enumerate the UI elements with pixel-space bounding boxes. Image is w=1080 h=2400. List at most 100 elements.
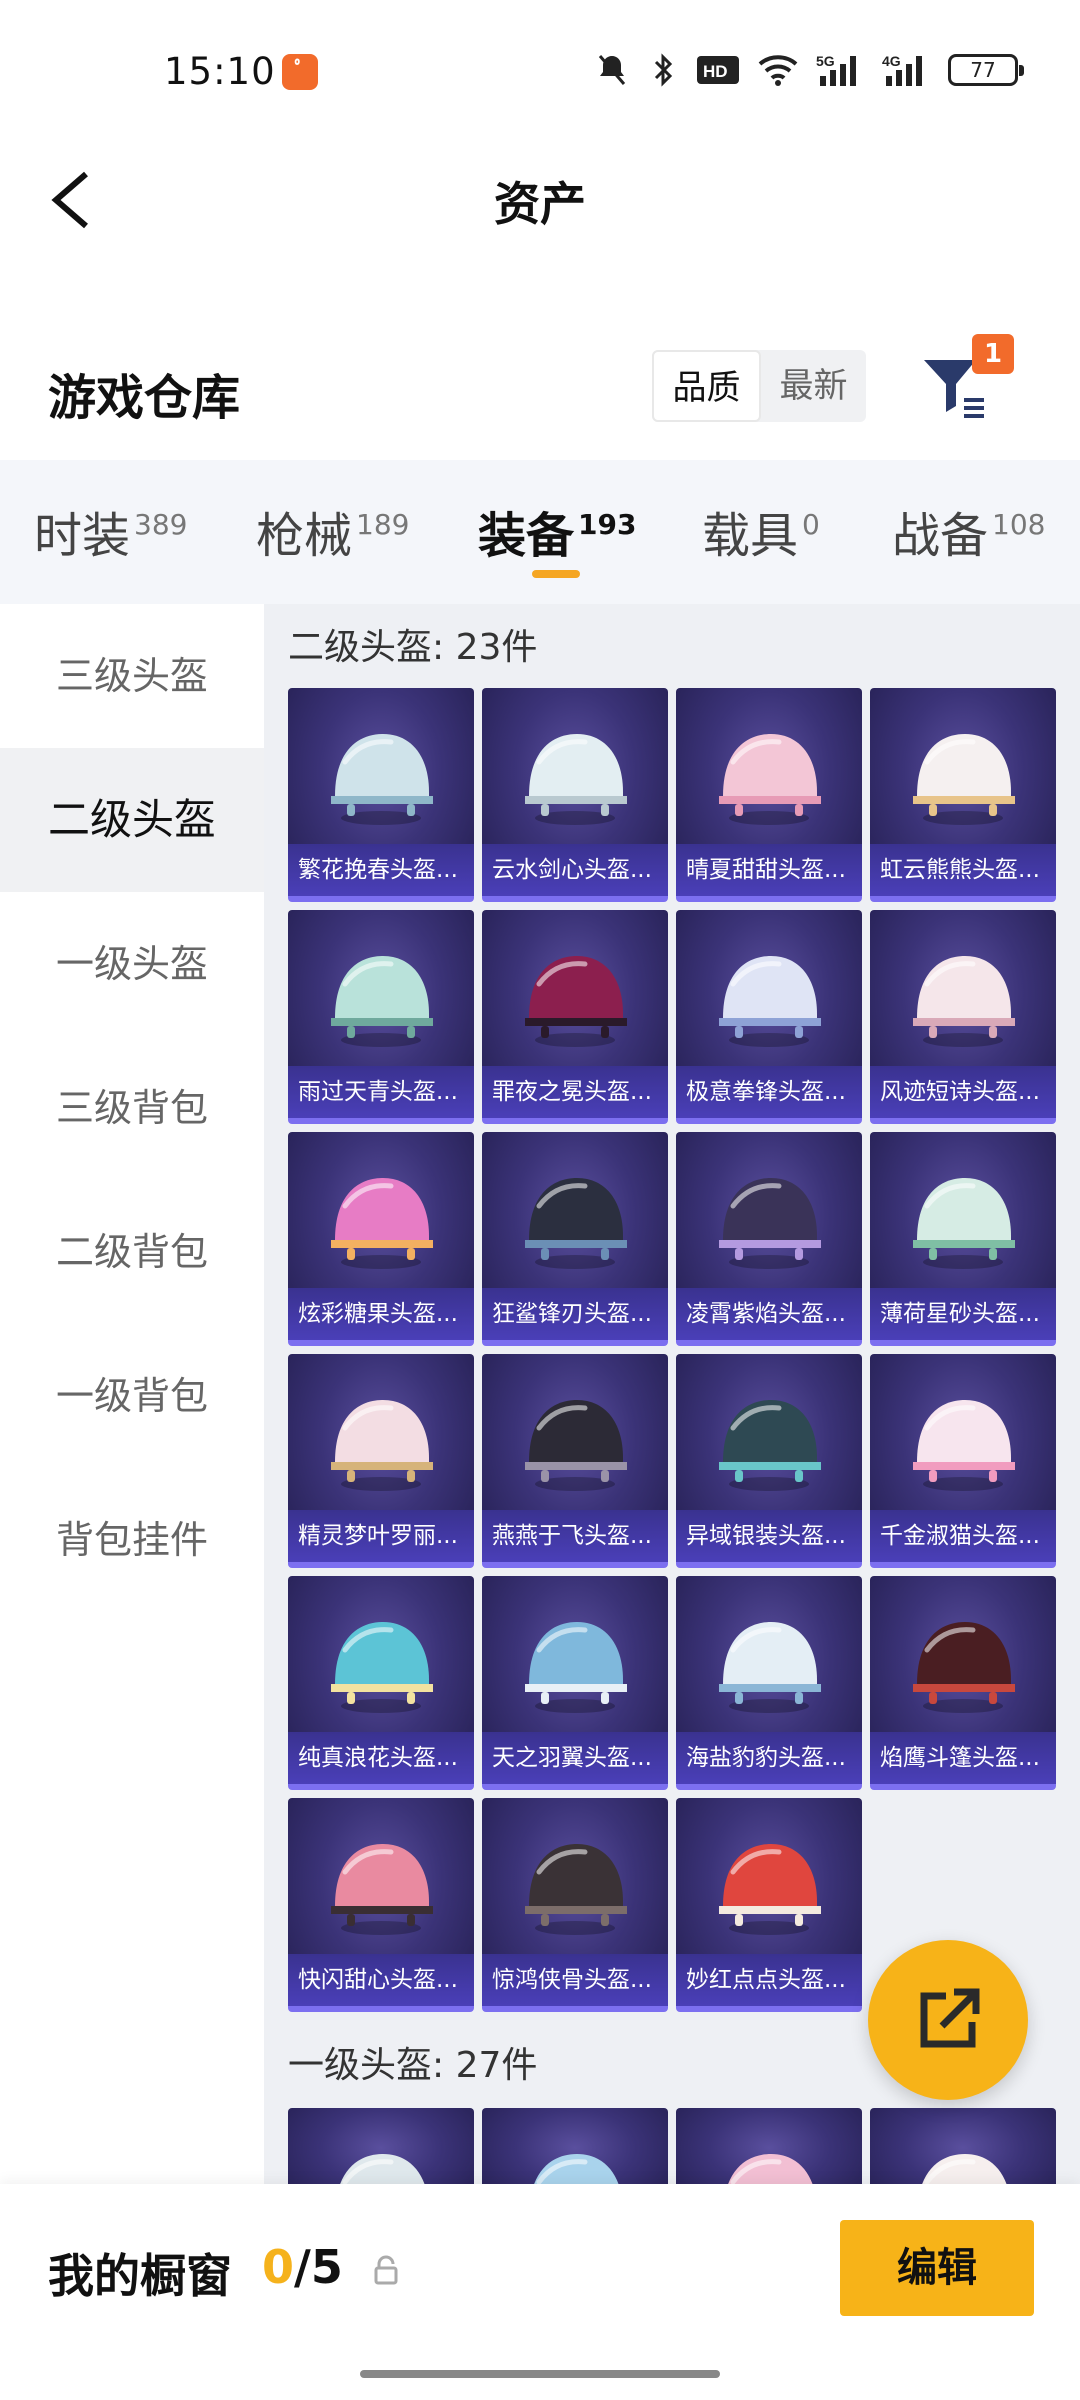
sort-quality-button[interactable]: 品质 bbox=[652, 350, 761, 422]
item-name: 罪夜之冕头盔... bbox=[482, 1066, 668, 1118]
item-card[interactable]: 燕燕于飞头盔... bbox=[482, 1354, 668, 1568]
item-name: 千金淑猫头盔... bbox=[870, 1510, 1056, 1562]
sidebar-item-level1-helmet[interactable]: 一级头盔 bbox=[0, 892, 264, 1036]
item-name: 炫彩糖果头盔... bbox=[288, 1288, 474, 1340]
status-time: 15:10 bbox=[164, 50, 276, 93]
tab-count: 108 bbox=[992, 508, 1046, 541]
svg-text:5G: 5G bbox=[816, 53, 835, 69]
tab-label: 枪械 bbox=[256, 508, 353, 564]
sidebar-item-backpack-charm[interactable]: 背包挂件 bbox=[0, 1468, 264, 1612]
5g-signal-icon: 5G bbox=[816, 53, 856, 86]
helmet-icon bbox=[913, 1400, 1015, 1491]
tab-equipment[interactable]: 装备 193 bbox=[478, 496, 636, 566]
item-name: 繁花挽春头盔... bbox=[288, 844, 474, 896]
item-card[interactable] bbox=[870, 2108, 1056, 2184]
item-card[interactable]: 薄荷星砂头盔... bbox=[870, 1132, 1056, 1346]
tab-label: 时装 bbox=[34, 508, 131, 564]
item-card[interactable]: 惊鸿侠骨头盔... bbox=[482, 1798, 668, 2012]
subcategory-sidebar: 三级头盔 二级头盔 一级头盔 三级背包 二级背包 一级背包 背包挂件 bbox=[0, 604, 264, 2184]
item-card[interactable] bbox=[676, 2108, 862, 2184]
helmet-icon bbox=[534, 2154, 619, 2184]
svg-text:4G: 4G bbox=[882, 53, 901, 69]
share-external-icon bbox=[920, 1988, 980, 2048]
item-grid: 繁花挽春头盔... 云水剑心头盔... 晴夏甜甜头盔... 虹云熊熊头盔... 雨过天青… bbox=[288, 688, 1056, 2012]
section-title: 二级头盔: 23件 bbox=[288, 627, 538, 668]
item-name: 狂鲨锋刃头盔... bbox=[482, 1288, 668, 1340]
tab-label: 载具 bbox=[702, 508, 799, 564]
category-tabs: 时装 389 枪械 189 装备 193 载具 0 战备 108 bbox=[0, 460, 1080, 604]
item-grid bbox=[288, 2108, 1056, 2184]
edit-button[interactable]: 编辑 bbox=[840, 2220, 1034, 2316]
helmet-icon bbox=[913, 956, 1015, 1047]
item-card[interactable]: 凌霄紫焰头盔... bbox=[676, 1132, 862, 1346]
hd-icon: HD bbox=[697, 56, 739, 84]
tab-vehicles[interactable]: 载具 0 bbox=[702, 496, 820, 566]
item-card[interactable]: 狂鲨锋刃头盔... bbox=[482, 1132, 668, 1346]
tab-label: 战备 bbox=[892, 508, 989, 564]
item-name: 凌霄紫焰头盔... bbox=[676, 1288, 862, 1340]
helmet-icon bbox=[719, 734, 821, 825]
item-name: 晴夏甜甜头盔... bbox=[676, 844, 862, 896]
helmet-icon bbox=[340, 2154, 425, 2184]
section-title: 一级头盔: 27件 bbox=[288, 2045, 538, 2086]
tab-count: 389 bbox=[134, 508, 188, 541]
item-name: 天之羽翼头盔... bbox=[482, 1732, 668, 1784]
item-card[interactable]: 云水剑心头盔... bbox=[482, 688, 668, 902]
showcase-label: 我的橱窗 bbox=[48, 2249, 232, 2303]
helmet-icon bbox=[331, 734, 433, 825]
item-card[interactable] bbox=[482, 2108, 668, 2184]
app-notification-icon: ﾟ bbox=[282, 54, 318, 90]
battery-indicator: 77 bbox=[948, 54, 1024, 86]
tab-label: 装备 bbox=[478, 508, 575, 564]
item-name: 虹云熊熊头盔... bbox=[870, 844, 1056, 896]
helmet-icon bbox=[719, 1178, 821, 1269]
item-card[interactable]: 晴夏甜甜头盔... bbox=[676, 688, 862, 902]
item-card[interactable]: 焰鹰斗篷头盔... bbox=[870, 1576, 1056, 1790]
item-card[interactable]: 纯真浪花头盔... bbox=[288, 1576, 474, 1790]
4g-signal-icon: 4G bbox=[882, 53, 922, 86]
sidebar-item-level2-helmet[interactable]: 二级头盔 bbox=[0, 748, 264, 892]
sidebar-item-level1-backpack[interactable]: 一级背包 bbox=[0, 1324, 264, 1468]
item-card[interactable]: 妙红点点头盔... bbox=[676, 1798, 862, 2012]
item-card[interactable]: 海盐豹豹头盔... bbox=[676, 1576, 862, 1790]
helmet-icon bbox=[331, 1400, 433, 1491]
helmet-icon bbox=[525, 1178, 627, 1269]
item-card[interactable] bbox=[288, 2108, 474, 2184]
tab-fashion[interactable]: 时装 389 bbox=[34, 496, 187, 566]
item-card[interactable]: 异域银装头盔... bbox=[676, 1354, 862, 1568]
tab-count: 193 bbox=[578, 508, 637, 541]
sort-toggle: 品质 最新 bbox=[652, 350, 866, 422]
helmet-icon bbox=[525, 1400, 627, 1491]
helmet-icon bbox=[719, 1844, 821, 1935]
sidebar-item-level3-helmet[interactable]: 三级头盔 bbox=[0, 604, 264, 748]
item-card[interactable]: 虹云熊熊头盔... bbox=[870, 688, 1056, 902]
item-card[interactable]: 天之羽翼头盔... bbox=[482, 1576, 668, 1790]
item-card[interactable]: 精灵梦叶罗丽... bbox=[288, 1354, 474, 1568]
item-name: 惊鸿侠骨头盔... bbox=[482, 1954, 668, 2006]
tab-count: 0 bbox=[802, 508, 820, 541]
tab-supplies[interactable]: 战备 108 bbox=[892, 496, 1045, 566]
sidebar-item-level3-backpack[interactable]: 三级背包 bbox=[0, 1036, 264, 1180]
item-card[interactable]: 极意拳锋头盔... bbox=[676, 910, 862, 1124]
item-card[interactable]: 炫彩糖果头盔... bbox=[288, 1132, 474, 1346]
status-bar: 15:10 ﾟ HD 5G 4G 77 bbox=[0, 0, 1080, 140]
home-indicator bbox=[360, 2370, 720, 2378]
sort-newest-button[interactable]: 最新 bbox=[761, 350, 866, 422]
item-card[interactable]: 风迹短诗头盔... bbox=[870, 910, 1056, 1124]
item-card[interactable]: 雨过天青头盔... bbox=[288, 910, 474, 1124]
item-name: 纯真浪花头盔... bbox=[288, 1732, 474, 1784]
helmet-icon bbox=[525, 1622, 627, 1713]
helmet-icon bbox=[525, 1844, 627, 1935]
item-card[interactable]: 快闪甜心头盔... bbox=[288, 1798, 474, 2012]
helmet-icon bbox=[913, 1178, 1015, 1269]
tab-firearms[interactable]: 枪械 189 bbox=[256, 496, 409, 566]
item-card[interactable]: 繁花挽春头盔... bbox=[288, 688, 474, 902]
share-button[interactable] bbox=[868, 1940, 1028, 2100]
item-name: 海盐豹豹头盔... bbox=[676, 1732, 862, 1784]
filter-count-badge: 1 bbox=[972, 334, 1014, 374]
item-card[interactable]: 千金淑猫头盔... bbox=[870, 1354, 1056, 1568]
item-name: 异域银装头盔... bbox=[676, 1510, 862, 1562]
item-card[interactable]: 罪夜之冕头盔... bbox=[482, 910, 668, 1124]
sidebar-item-level2-backpack[interactable]: 二级背包 bbox=[0, 1180, 264, 1324]
helmet-icon bbox=[913, 1622, 1015, 1713]
